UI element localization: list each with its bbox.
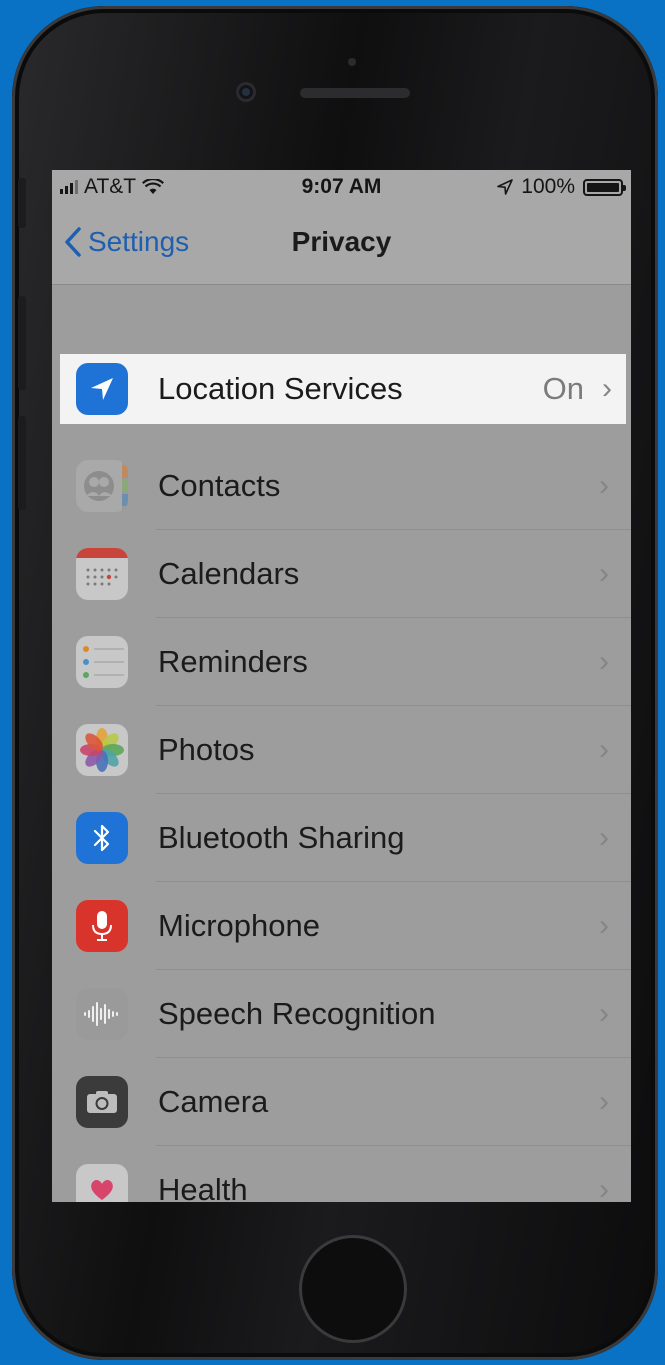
chevron-right-icon: ›	[602, 372, 612, 405]
row-label: Camera	[158, 1084, 269, 1119]
row-label: Speech Recognition	[158, 996, 436, 1031]
row-photos[interactable]: Photos ›	[52, 706, 631, 794]
photos-icon	[76, 724, 128, 776]
row-label: Location Services	[158, 371, 403, 406]
row-label: Microphone	[158, 908, 320, 943]
volume-up-button	[18, 296, 26, 390]
row-label: Photos	[158, 732, 255, 767]
row-label: Reminders	[158, 644, 308, 679]
row-speech-recognition[interactable]: Speech Recognition ›	[52, 970, 631, 1058]
row-bluetooth-sharing[interactable]: Bluetooth Sharing ›	[52, 794, 631, 882]
battery-icon	[583, 178, 626, 196]
microphone-icon	[76, 900, 128, 952]
location-arrow-icon	[497, 179, 514, 195]
reminders-icon	[76, 636, 128, 688]
row-label: Health	[158, 1172, 248, 1202]
chevron-right-icon: ›	[599, 821, 609, 854]
navigation-bar: Settings Privacy	[52, 206, 631, 285]
row-health[interactable]: Health ›	[52, 1146, 631, 1202]
contacts-icon	[76, 460, 128, 512]
chevron-right-icon: ›	[599, 469, 609, 502]
chevron-right-icon: ›	[599, 1173, 609, 1202]
row-label: Calendars	[158, 556, 300, 591]
privacy-list: Location Services On › Contacts › Calend…	[52, 354, 631, 1202]
chevron-right-icon: ›	[599, 557, 609, 590]
phone-screen: AT&T 9:07 AM 100% Settings Privacy Locat…	[52, 170, 631, 1202]
heart-icon	[76, 1164, 128, 1202]
home-button[interactable]	[302, 1238, 404, 1340]
mute-switch	[18, 178, 26, 228]
status-bar: AT&T 9:07 AM 100%	[52, 170, 631, 206]
proximity-sensor	[348, 58, 356, 66]
row-value: On	[542, 371, 584, 406]
battery-percent: 100%	[521, 175, 575, 198]
chevron-right-icon: ›	[599, 997, 609, 1030]
location-arrow-icon	[76, 363, 128, 415]
row-calendars[interactable]: Calendars ›	[52, 530, 631, 618]
row-label: Contacts	[158, 468, 281, 503]
row-reminders[interactable]: Reminders ›	[52, 618, 631, 706]
page-title: Privacy	[291, 226, 392, 257]
calendar-icon	[76, 548, 128, 600]
row-contacts[interactable]: Contacts ›	[52, 442, 631, 530]
row-label: Bluetooth Sharing	[158, 820, 405, 855]
bluetooth-icon	[76, 812, 128, 864]
volume-down-button	[18, 416, 26, 510]
waveform-icon	[76, 988, 128, 1040]
row-camera[interactable]: Camera ›	[52, 1058, 631, 1146]
chevron-right-icon: ›	[599, 733, 609, 766]
front-camera	[236, 82, 256, 102]
row-location-services[interactable]: Location Services On ›	[60, 354, 626, 424]
row-microphone[interactable]: Microphone ›	[52, 882, 631, 970]
chevron-right-icon: ›	[599, 645, 609, 678]
camera-icon	[76, 1076, 128, 1128]
chevron-right-icon: ›	[599, 909, 609, 942]
chevron-right-icon: ›	[599, 1085, 609, 1118]
earpiece-speaker	[300, 88, 410, 98]
